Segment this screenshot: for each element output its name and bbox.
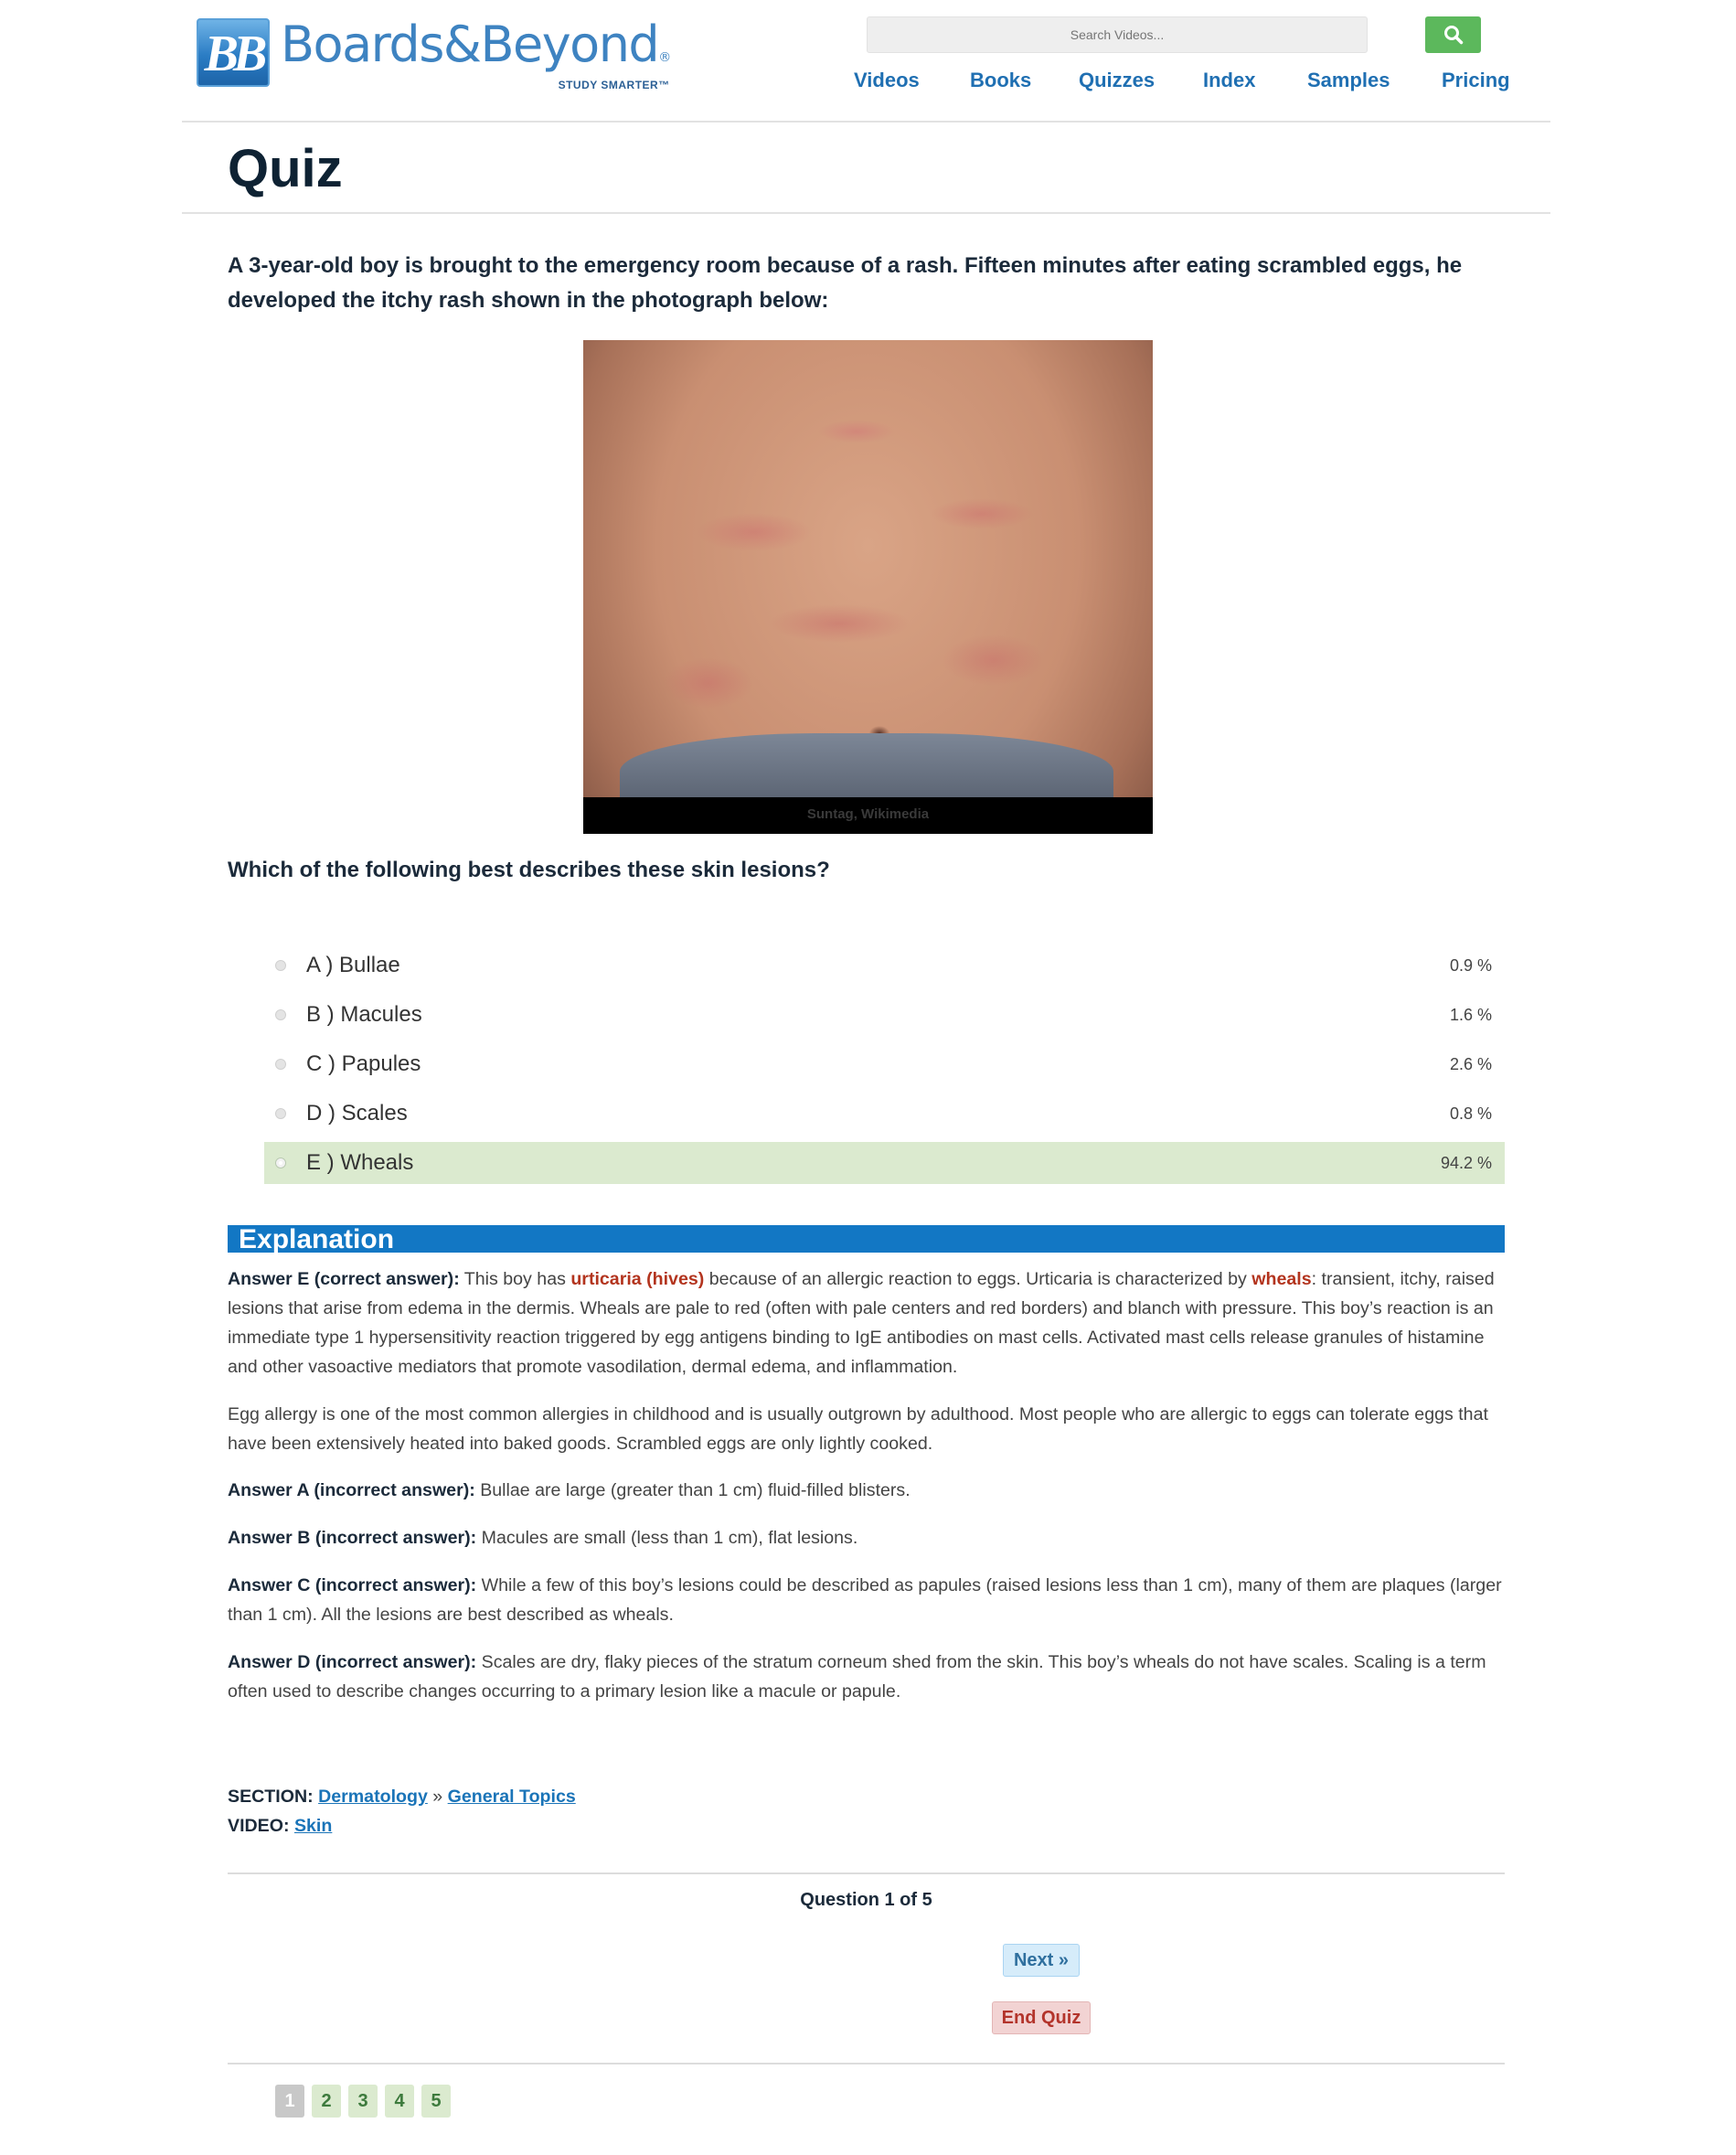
logo-text: Boards&Beyond® STUDY SMARTER™ (281, 16, 671, 92)
page-button-5[interactable]: 5 (421, 2085, 451, 2118)
section-link-dermatology[interactable]: Dermatology (318, 1787, 428, 1807)
nav-index[interactable]: Index (1203, 69, 1255, 92)
search-icon (1443, 26, 1463, 45)
answer-lead: Answer A (incorrect answer): (228, 1480, 475, 1500)
explanation-paragraph-d: Answer D (incorrect answer): Scales are … (228, 1648, 1505, 1706)
search-button[interactable] (1425, 16, 1481, 53)
page-button-3[interactable]: 3 (348, 2085, 378, 2118)
next-button[interactable]: Next » (1003, 1944, 1080, 1977)
nav-books[interactable]: Books (970, 69, 1031, 92)
option-label: E ) Wheals (306, 1150, 414, 1175)
explanation-heading: Explanation (228, 1225, 1505, 1254)
option-percent: 1.6 % (1449, 1005, 1492, 1024)
explanation-paragraph-egg-allergy: Egg allergy is one of the most common al… (228, 1404, 1488, 1454)
option-label: C ) Papules (306, 1051, 421, 1076)
section-line: SECTION: Dermatology » General Topics (228, 1782, 1505, 1811)
answer-lead: Answer D (incorrect answer): (228, 1652, 477, 1672)
section-label: SECTION: (228, 1787, 314, 1807)
text: Bullae are large (greater than 1 cm) flu… (474, 1480, 911, 1500)
logo[interactable]: BB Boards&Beyond® STUDY SMARTER™ (197, 16, 671, 92)
nav-samples[interactable]: Samples (1307, 69, 1390, 92)
question-counter: Question 1 of 5 (800, 1890, 932, 1910)
logo-word: Boards&Beyond (281, 16, 660, 73)
question-prompt: Which of the following best describes th… (228, 858, 830, 882)
answer-option-a[interactable]: A ) Bullae 0.9 % (264, 944, 1505, 987)
search-input[interactable] (867, 16, 1368, 53)
text: This boy has (459, 1269, 571, 1289)
radio-button-selected[interactable] (275, 1158, 286, 1168)
question-stem: A 3-year-old boy is brought to the emerg… (228, 253, 1463, 313)
footer-divider-top (228, 1872, 1505, 1874)
option-percent: 2.6 % (1449, 1054, 1492, 1073)
video-link-skin[interactable]: Skin (294, 1816, 332, 1836)
radio-button[interactable] (275, 1009, 286, 1020)
answer-option-e[interactable]: E ) Wheals 94.2 % (264, 1142, 1505, 1184)
site-header: BB Boards&Beyond® STUDY SMARTER™ Videos … (182, 0, 1550, 123)
radio-button[interactable] (275, 1059, 286, 1070)
video-line: VIDEO: Skin (228, 1811, 1505, 1840)
logo-registered: ® (658, 50, 671, 65)
answer-option-b[interactable]: B ) Macules 1.6 % (264, 994, 1505, 1036)
answer-lead: Answer E (correct answer): (228, 1269, 460, 1289)
page-title: Quiz (228, 139, 343, 198)
nav-pricing[interactable]: Pricing (1442, 69, 1510, 92)
video-label: VIDEO: (228, 1816, 290, 1836)
option-label: D ) Scales (306, 1101, 408, 1126)
end-quiz-button[interactable]: End Quiz (992, 2001, 1091, 2034)
explanation-paragraph-b: Answer B (incorrect answer): Macules are… (228, 1523, 1505, 1552)
page-button-1[interactable]: 1 (275, 2085, 304, 2118)
highlight-urticaria: urticaria (hives) (570, 1269, 705, 1289)
option-percent: 0.9 % (1449, 955, 1492, 975)
photo-shorts (620, 733, 1113, 797)
option-label: A ) Bullae (306, 953, 400, 977)
image-credit: Suntag, Wikimedia (583, 797, 1153, 834)
radio-button[interactable] (275, 960, 286, 971)
breadcrumb-separator: » (427, 1787, 448, 1807)
highlight-wheals: wheals (1251, 1269, 1312, 1289)
title-divider (182, 212, 1550, 214)
answer-lead: Answer B (incorrect answer): (228, 1528, 477, 1548)
nav-videos[interactable]: Videos (854, 69, 920, 92)
answer-option-d[interactable]: D ) Scales 0.8 % (264, 1093, 1505, 1135)
text: because of an allergic reaction to eggs.… (704, 1269, 1252, 1289)
logo-wordmark: Boards&Beyond® (281, 16, 671, 84)
option-percent: 94.2 % (1440, 1153, 1492, 1172)
section-link-general-topics[interactable]: General Topics (448, 1787, 576, 1807)
rash-photo (583, 340, 1153, 797)
explanation-paragraph-a: Answer A (incorrect answer): Bullae are … (228, 1476, 1505, 1505)
page-button-2[interactable]: 2 (312, 2085, 341, 2118)
radio-button[interactable] (275, 1108, 286, 1119)
option-label: B ) Macules (306, 1002, 422, 1027)
question-image: Suntag, Wikimedia (583, 340, 1153, 834)
answer-option-c[interactable]: C ) Papules 2.6 % (264, 1043, 1505, 1085)
footer-divider-bottom (228, 2063, 1505, 2064)
explanation-paragraph-e: Answer E (correct answer): This boy has … (228, 1264, 1505, 1382)
option-percent: 0.8 % (1449, 1104, 1492, 1123)
page-button-4[interactable]: 4 (385, 2085, 414, 2118)
explanation-paragraph-c: Answer C (incorrect answer): While a few… (228, 1571, 1505, 1629)
nav-quizzes[interactable]: Quizzes (1079, 69, 1155, 92)
text: Macules are small (less than 1 cm), flat… (476, 1528, 858, 1548)
logo-mark: BB (197, 18, 270, 87)
answer-lead: Answer C (incorrect answer): (228, 1575, 477, 1595)
